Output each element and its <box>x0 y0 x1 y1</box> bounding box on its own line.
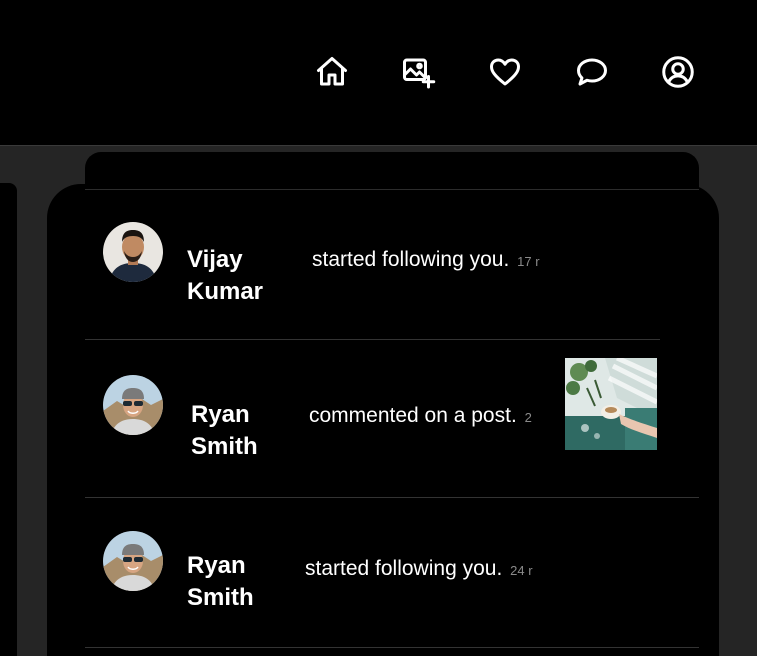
profile-icon[interactable] <box>659 53 697 91</box>
avatar[interactable] <box>103 222 163 282</box>
divider <box>85 647 699 648</box>
notifications-panel: Vijay Kumar started following you. 17 r … <box>47 184 719 656</box>
timestamp: 2 <box>524 410 532 425</box>
user-name[interactable]: Vijay Kumar <box>187 244 287 308</box>
user-name[interactable]: Ryan Smith <box>187 550 287 614</box>
heart-icon[interactable] <box>486 53 524 91</box>
notification-row[interactable]: Ryan Smith started following you. 24 r <box>85 498 699 648</box>
timestamp: 24 r <box>510 563 533 578</box>
top-nav-bar <box>0 0 757 145</box>
notification-text: started following you. 24 r <box>305 555 533 585</box>
notification-text: started following you. 17 r <box>312 246 540 276</box>
notification-row[interactable]: Ryan Smith commented on a post. 2 <box>85 340 699 498</box>
action-text: started following you. <box>312 248 510 271</box>
post-thumbnail[interactable] <box>565 358 657 450</box>
user-name[interactable]: Ryan Smith <box>191 399 291 463</box>
timestamp: 17 r <box>517 254 540 269</box>
side-panel-edge <box>0 183 17 656</box>
home-icon[interactable] <box>313 53 351 91</box>
action-text: started following you. <box>305 557 503 580</box>
add-photo-icon[interactable] <box>399 53 437 91</box>
notification-text: commented on a post. 2 <box>309 402 532 432</box>
notification-row[interactable]: Vijay Kumar started following you. 17 r <box>85 184 699 340</box>
action-text: commented on a post. <box>309 404 517 427</box>
message-icon[interactable] <box>573 53 611 91</box>
avatar[interactable] <box>103 375 163 435</box>
avatar[interactable] <box>103 531 163 591</box>
